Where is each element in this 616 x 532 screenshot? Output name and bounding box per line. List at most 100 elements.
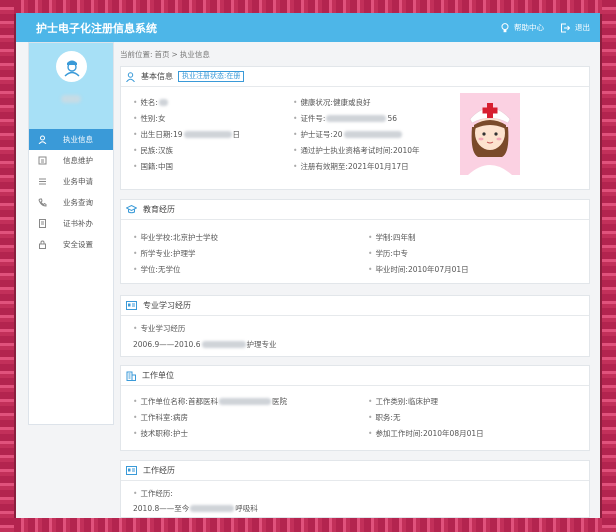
sidebar-item-certificate-reissue[interactable]: 证书补办 [29,213,113,234]
school-value: 北京护士学校 [172,233,218,242]
start-label: 参加工作时间: [375,429,423,438]
lightbulb-icon [501,22,509,32]
exam-label: 通过护士执业资格考试时间: [300,146,393,155]
duration-value: 四年制 [392,233,416,242]
birth-redacted [183,131,232,138]
breadcrumb-prefix: 当前位置: [120,49,153,59]
sidebar-item-label: 安全设置 [63,240,93,249]
school-field: • 毕业学校: 北京护士学校 [133,233,218,242]
work-type-field: • 工作类别: 临床护理 [368,397,438,406]
grad-label: 毕业时间: [375,265,408,274]
birth-prefix: 19 [172,130,183,139]
professional-study-header: 专业学习经历 [121,296,589,316]
breadcrumb-separator: > [171,49,178,59]
help-center-label: 帮助中心 [514,23,544,32]
major-field: • 所学专业: 护理学 [133,249,196,258]
expiry-value: 2021年01月17日 [347,162,409,171]
sidebar-item-security-settings[interactable]: 安全设置 [29,234,113,255]
basic-info-header: 基本信息 执业注册状态:在册 [121,67,589,87]
school-label: 毕业学校: [140,233,173,242]
content-area: 执业信息 信息维护 业务申请 业务查询 证书补办 安全设置 当前位置: 首页 >… [16,42,600,518]
type-label: 工作类别: [375,397,408,406]
study-sublabel: • 专业学习经历 [133,324,186,333]
degree-field: • 学位: 无学位 [133,265,181,274]
sidebar-item-business-apply[interactable]: 业务申请 [29,171,113,192]
breadcrumb-home-link[interactable]: 首页 [155,49,170,60]
nurse-photo [460,93,520,175]
work-unit-title: 工作单位 [142,371,174,380]
sidebar: 执业信息 信息维护 业务申请 业务查询 证书补办 安全设置 [28,42,114,425]
level-field: • 学历: 中专 [368,249,408,258]
sidebar-item-practice-info[interactable]: 执业信息 [29,129,113,150]
gender-field: • 性别: 女 [133,114,166,123]
unit-name-field: • 工作单位名称: 首都医科 医院 [133,397,287,406]
grad-value: 2010年07月01日 [407,265,469,274]
cert-redacted [343,131,402,138]
profile-panel [29,43,113,129]
ethnicity-label: 民族: [140,146,158,155]
sidebar-item-label: 执业信息 [63,135,93,144]
duration-field: • 学制: 四年制 [368,233,416,242]
health-label: 健康状况: [300,98,333,107]
top-bar: 护士电子化注册信息系统 帮助中心 退出 [16,13,600,42]
work-history-title: 工作经历 [143,466,175,475]
birth-label: 出生日期: [140,130,173,139]
sidebar-item-business-query[interactable]: 业务查询 [29,192,113,213]
major-value: 护理学 [172,249,196,258]
sidebar-item-info-maintenance[interactable]: 信息维护 [29,150,113,171]
health-field: • 健康状况: 健康或良好 [293,98,371,107]
logout-icon [561,23,570,32]
unit-name-label: 工作单位名称: [140,397,188,406]
work-history-header: 工作经历 [121,461,589,481]
logout-label: 退出 [575,23,590,32]
ethnicity-value: 汉族 [157,146,173,155]
dept-label: 工作科室: [140,413,173,422]
logout-link[interactable]: 退出 [560,22,590,33]
tech-title-field: • 技术职称: 护士 [133,429,188,438]
sidebar-item-label: 业务申请 [63,177,93,186]
phone-icon [36,198,48,207]
major-label: 所学专业: [140,249,173,258]
professional-study-card: 专业学习经历 • 专业学习经历 2006.9——2010.6 护理专业 [120,295,590,357]
gender-value: 女 [157,114,166,123]
id-suffix: 56 [387,114,398,123]
basic-info-card: 基本信息 执业注册状态:在册 • 姓名: • 性别: 女 • 出生日期: 19 日 • 民族:… [120,66,590,190]
education-card: 教育经历 • 毕业学校: 北京护士学校 • 所学专业: 护理学 • 学位: 无学位 • 学制:… [120,199,590,284]
list-icon [36,177,48,186]
expiry-field: • 注册有效期至: 2021年01月17日 [293,162,409,171]
duty-label: 职务: [375,413,393,422]
avatar[interactable] [56,51,87,82]
study-entry-prefix: 2006.9——2010.6 [133,340,201,349]
degree-label: 学位: [140,265,158,274]
document-icon [36,219,48,228]
nurse-cert-field: • 护士证号: 20 [293,129,403,140]
dept-value: 病房 [172,413,188,422]
app-title: 护士电子化注册信息系统 [36,21,157,35]
id-label: 证件号: [300,114,326,123]
help-center-link[interactable]: 帮助中心 [501,22,544,33]
nurse-cartoon-icon [468,103,512,175]
nationality-label: 国籍: [140,162,158,171]
username-redacted [61,95,81,103]
expiry-label: 注册有效期至: [300,162,348,171]
type-value: 临床护理 [407,397,438,406]
work-unit-card: 工作单位 • 工作单位名称: 首都医科 医院 • 工作科室: 病房 • 技术职称: 护士 • 工… [120,365,590,451]
level-label: 学历: [375,249,393,258]
sidebar-item-label: 业务查询 [63,198,93,207]
nationality-value: 中国 [157,162,173,171]
app-window: 护士电子化注册信息系统 帮助中心 退出 执业信息 信息维护 业务申请 业务查询 … [16,13,600,518]
name-redacted [158,99,168,106]
cert-label: 护士证号: [300,130,333,139]
work-redacted [190,505,235,512]
building-icon [126,371,136,381]
study-redacted [201,341,246,348]
unit-name-prefix: 首都医科 [187,397,218,406]
study-entry-suffix: 护理专业 [246,340,277,349]
duty-field: • 职务: 无 [368,413,401,422]
birth-field: • 出生日期: 19 日 [133,130,241,139]
education-title: 教育经历 [143,205,175,214]
work-sublabel: • 工作经历: [133,489,173,498]
graduation-cap-icon [126,205,137,214]
level-value: 中专 [392,249,408,258]
work-sub-label: 工作经历: [140,489,173,498]
